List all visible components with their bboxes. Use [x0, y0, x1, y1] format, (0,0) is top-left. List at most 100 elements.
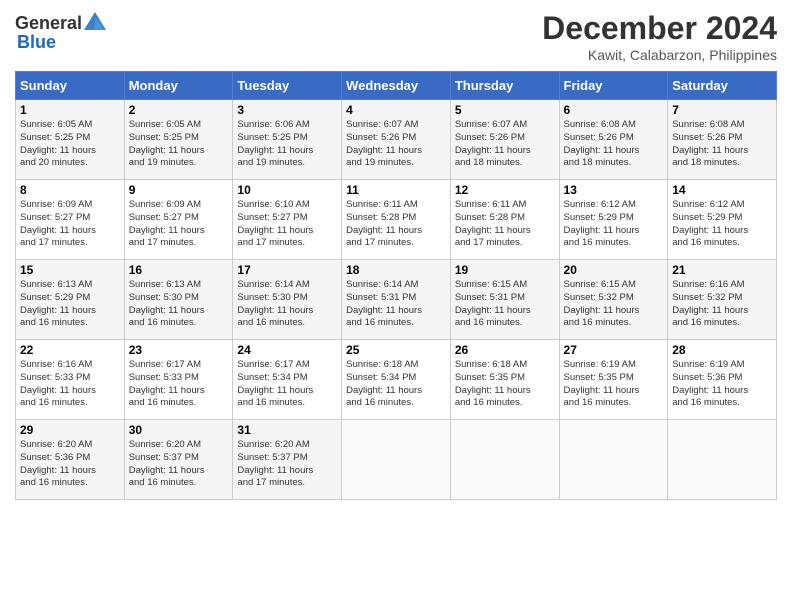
subtitle: Kawit, Calabarzon, Philippines	[542, 47, 777, 63]
day-info: Sunrise: 6:08 AMSunset: 5:26 PMDaylight:…	[672, 119, 772, 170]
day-number: 4	[346, 103, 446, 117]
calendar-cell: 13 Sunrise: 6:12 AMSunset: 5:29 PMDayligh…	[559, 180, 668, 260]
logo: General Blue	[15, 10, 108, 53]
day-info: Sunrise: 6:09 AMSunset: 5:27 PMDaylight:…	[20, 199, 120, 250]
calendar-cell: 24 Sunrise: 6:17 AMSunset: 5:34 PMDayligh…	[233, 340, 342, 420]
day-info: Sunrise: 6:09 AMSunset: 5:27 PMDaylight:…	[129, 199, 229, 250]
day-info: Sunrise: 6:13 AMSunset: 5:30 PMDaylight:…	[129, 279, 229, 330]
logo-blue: Blue	[17, 32, 56, 53]
day-info: Sunrise: 6:12 AMSunset: 5:29 PMDaylight:…	[564, 199, 664, 250]
calendar-cell: 26 Sunrise: 6:18 AMSunset: 5:35 PMDayligh…	[450, 340, 559, 420]
day-number: 5	[455, 103, 555, 117]
calendar-cell: 5Sunrise: 6:07 AMSunset: 5:26 PMDaylight…	[450, 100, 559, 180]
day-number: 2	[129, 103, 229, 117]
day-number: 1	[20, 103, 120, 117]
title-area: December 2024 Kawit, Calabarzon, Philipp…	[542, 10, 777, 63]
day-number: 17	[237, 263, 337, 277]
day-number: 6	[564, 103, 664, 117]
logo-general: General	[15, 13, 82, 34]
week-row-1: 1 Sunrise: 6:05 AMSunset: 5:25 PMDaylight…	[16, 100, 777, 180]
header-day-tuesday: Tuesday	[233, 72, 342, 100]
day-info: Sunrise: 6:05 AMSunset: 5:25 PMDaylight:…	[129, 119, 229, 170]
calendar-cell: 17 Sunrise: 6:14 AMSunset: 5:30 PMDayligh…	[233, 260, 342, 340]
week-row-2: 8 Sunrise: 6:09 AMSunset: 5:27 PMDaylight…	[16, 180, 777, 260]
day-info: Sunrise: 6:20 AMSunset: 5:36 PMDaylight:…	[20, 439, 120, 490]
calendar-cell: 21 Sunrise: 6:16 AMSunset: 5:32 PMDayligh…	[668, 260, 777, 340]
day-info: Sunrise: 6:12 AMSunset: 5:29 PMDaylight:…	[672, 199, 772, 250]
day-info: Sunrise: 6:10 AMSunset: 5:27 PMDaylight:…	[237, 199, 337, 250]
day-number: 8	[20, 183, 120, 197]
header-day-monday: Monday	[124, 72, 233, 100]
calendar-cell: 18 Sunrise: 6:14 AMSunset: 5:31 PMDayligh…	[342, 260, 451, 340]
day-info: Sunrise: 6:06 AMSunset: 5:25 PMDaylight:…	[237, 119, 337, 170]
day-number: 7	[672, 103, 772, 117]
calendar-cell: 7 Sunrise: 6:08 AMSunset: 5:26 PMDaylight…	[668, 100, 777, 180]
day-info: Sunrise: 6:14 AMSunset: 5:31 PMDaylight:…	[346, 279, 446, 330]
calendar-cell: 25Sunrise: 6:18 AMSunset: 5:34 PMDayligh…	[342, 340, 451, 420]
day-number: 13	[564, 183, 664, 197]
day-number: 22	[20, 343, 120, 357]
day-number: 21	[672, 263, 772, 277]
calendar-cell: 30 Sunrise: 6:20 AMSunset: 5:37 PMDayligh…	[124, 420, 233, 500]
day-number: 14	[672, 183, 772, 197]
calendar-cell: 16 Sunrise: 6:13 AMSunset: 5:30 PMDayligh…	[124, 260, 233, 340]
day-number: 20	[564, 263, 664, 277]
header-day-wednesday: Wednesday	[342, 72, 451, 100]
day-info: Sunrise: 6:14 AMSunset: 5:30 PMDaylight:…	[237, 279, 337, 330]
day-number: 30	[129, 423, 229, 437]
calendar-cell: 23Sunrise: 6:17 AMSunset: 5:33 PMDayligh…	[124, 340, 233, 420]
day-number: 31	[237, 423, 337, 437]
day-number: 10	[237, 183, 337, 197]
day-info: Sunrise: 6:11 AMSunset: 5:28 PMDaylight:…	[346, 199, 446, 250]
calendar-cell: 19 Sunrise: 6:15 AMSunset: 5:31 PMDayligh…	[450, 260, 559, 340]
calendar-cell: 14 Sunrise: 6:12 AMSunset: 5:29 PMDayligh…	[668, 180, 777, 260]
day-number: 27	[564, 343, 664, 357]
calendar-cell: 8 Sunrise: 6:09 AMSunset: 5:27 PMDaylight…	[16, 180, 125, 260]
calendar-cell: 6 Sunrise: 6:08 AMSunset: 5:26 PMDaylight…	[559, 100, 668, 180]
calendar-cell: 11 Sunrise: 6:11 AMSunset: 5:28 PMDayligh…	[342, 180, 451, 260]
calendar-cell	[342, 420, 451, 500]
page: General Blue December 2024 Kawit, Calaba…	[0, 0, 792, 612]
day-number: 23	[129, 343, 229, 357]
header-day-friday: Friday	[559, 72, 668, 100]
day-info: Sunrise: 6:17 AMSunset: 5:34 PMDaylight:…	[237, 359, 337, 410]
calendar-cell: 12Sunrise: 6:11 AMSunset: 5:28 PMDayligh…	[450, 180, 559, 260]
day-info: Sunrise: 6:13 AMSunset: 5:29 PMDaylight:…	[20, 279, 120, 330]
day-info: Sunrise: 6:15 AMSunset: 5:32 PMDaylight:…	[564, 279, 664, 330]
day-info: Sunrise: 6:16 AMSunset: 5:32 PMDaylight:…	[672, 279, 772, 330]
day-info: Sunrise: 6:08 AMSunset: 5:26 PMDaylight:…	[564, 119, 664, 170]
day-number: 15	[20, 263, 120, 277]
calendar-cell: 9Sunrise: 6:09 AMSunset: 5:27 PMDaylight…	[124, 180, 233, 260]
day-info: Sunrise: 6:15 AMSunset: 5:31 PMDaylight:…	[455, 279, 555, 330]
day-info: Sunrise: 6:19 AMSunset: 5:36 PMDaylight:…	[672, 359, 772, 410]
day-number: 16	[129, 263, 229, 277]
calendar-header-row: SundayMondayTuesdayWednesdayThursdayFrid…	[16, 72, 777, 100]
calendar-cell: 3 Sunrise: 6:06 AMSunset: 5:25 PMDaylight…	[233, 100, 342, 180]
day-number: 26	[455, 343, 555, 357]
calendar-cell: 15 Sunrise: 6:13 AMSunset: 5:29 PMDayligh…	[16, 260, 125, 340]
day-number: 18	[346, 263, 446, 277]
day-number: 24	[237, 343, 337, 357]
calendar-cell: 27 Sunrise: 6:19 AMSunset: 5:35 PMDayligh…	[559, 340, 668, 420]
calendar-cell: 4 Sunrise: 6:07 AMSunset: 5:26 PMDaylight…	[342, 100, 451, 180]
calendar-cell	[668, 420, 777, 500]
day-number: 12	[455, 183, 555, 197]
main-title: December 2024	[542, 10, 777, 47]
calendar-cell: 2 Sunrise: 6:05 AMSunset: 5:25 PMDaylight…	[124, 100, 233, 180]
day-info: Sunrise: 6:20 AMSunset: 5:37 PMDaylight:…	[129, 439, 229, 490]
week-row-4: 22 Sunrise: 6:16 AMSunset: 5:33 PMDayligh…	[16, 340, 777, 420]
day-info: Sunrise: 6:18 AMSunset: 5:34 PMDaylight:…	[346, 359, 446, 410]
day-number: 28	[672, 343, 772, 357]
day-number: 3	[237, 103, 337, 117]
day-info: Sunrise: 6:20 AMSunset: 5:37 PMDaylight:…	[237, 439, 337, 490]
day-info: Sunrise: 6:16 AMSunset: 5:33 PMDaylight:…	[20, 359, 120, 410]
day-number: 19	[455, 263, 555, 277]
day-info: Sunrise: 6:19 AMSunset: 5:35 PMDaylight:…	[564, 359, 664, 410]
day-info: Sunrise: 6:07 AMSunset: 5:26 PMDaylight:…	[346, 119, 446, 170]
day-info: Sunrise: 6:18 AMSunset: 5:35 PMDaylight:…	[455, 359, 555, 410]
header-day-saturday: Saturday	[668, 72, 777, 100]
day-number: 11	[346, 183, 446, 197]
calendar-cell: 22 Sunrise: 6:16 AMSunset: 5:33 PMDayligh…	[16, 340, 125, 420]
calendar-cell: 28 Sunrise: 6:19 AMSunset: 5:36 PMDayligh…	[668, 340, 777, 420]
header-day-thursday: Thursday	[450, 72, 559, 100]
